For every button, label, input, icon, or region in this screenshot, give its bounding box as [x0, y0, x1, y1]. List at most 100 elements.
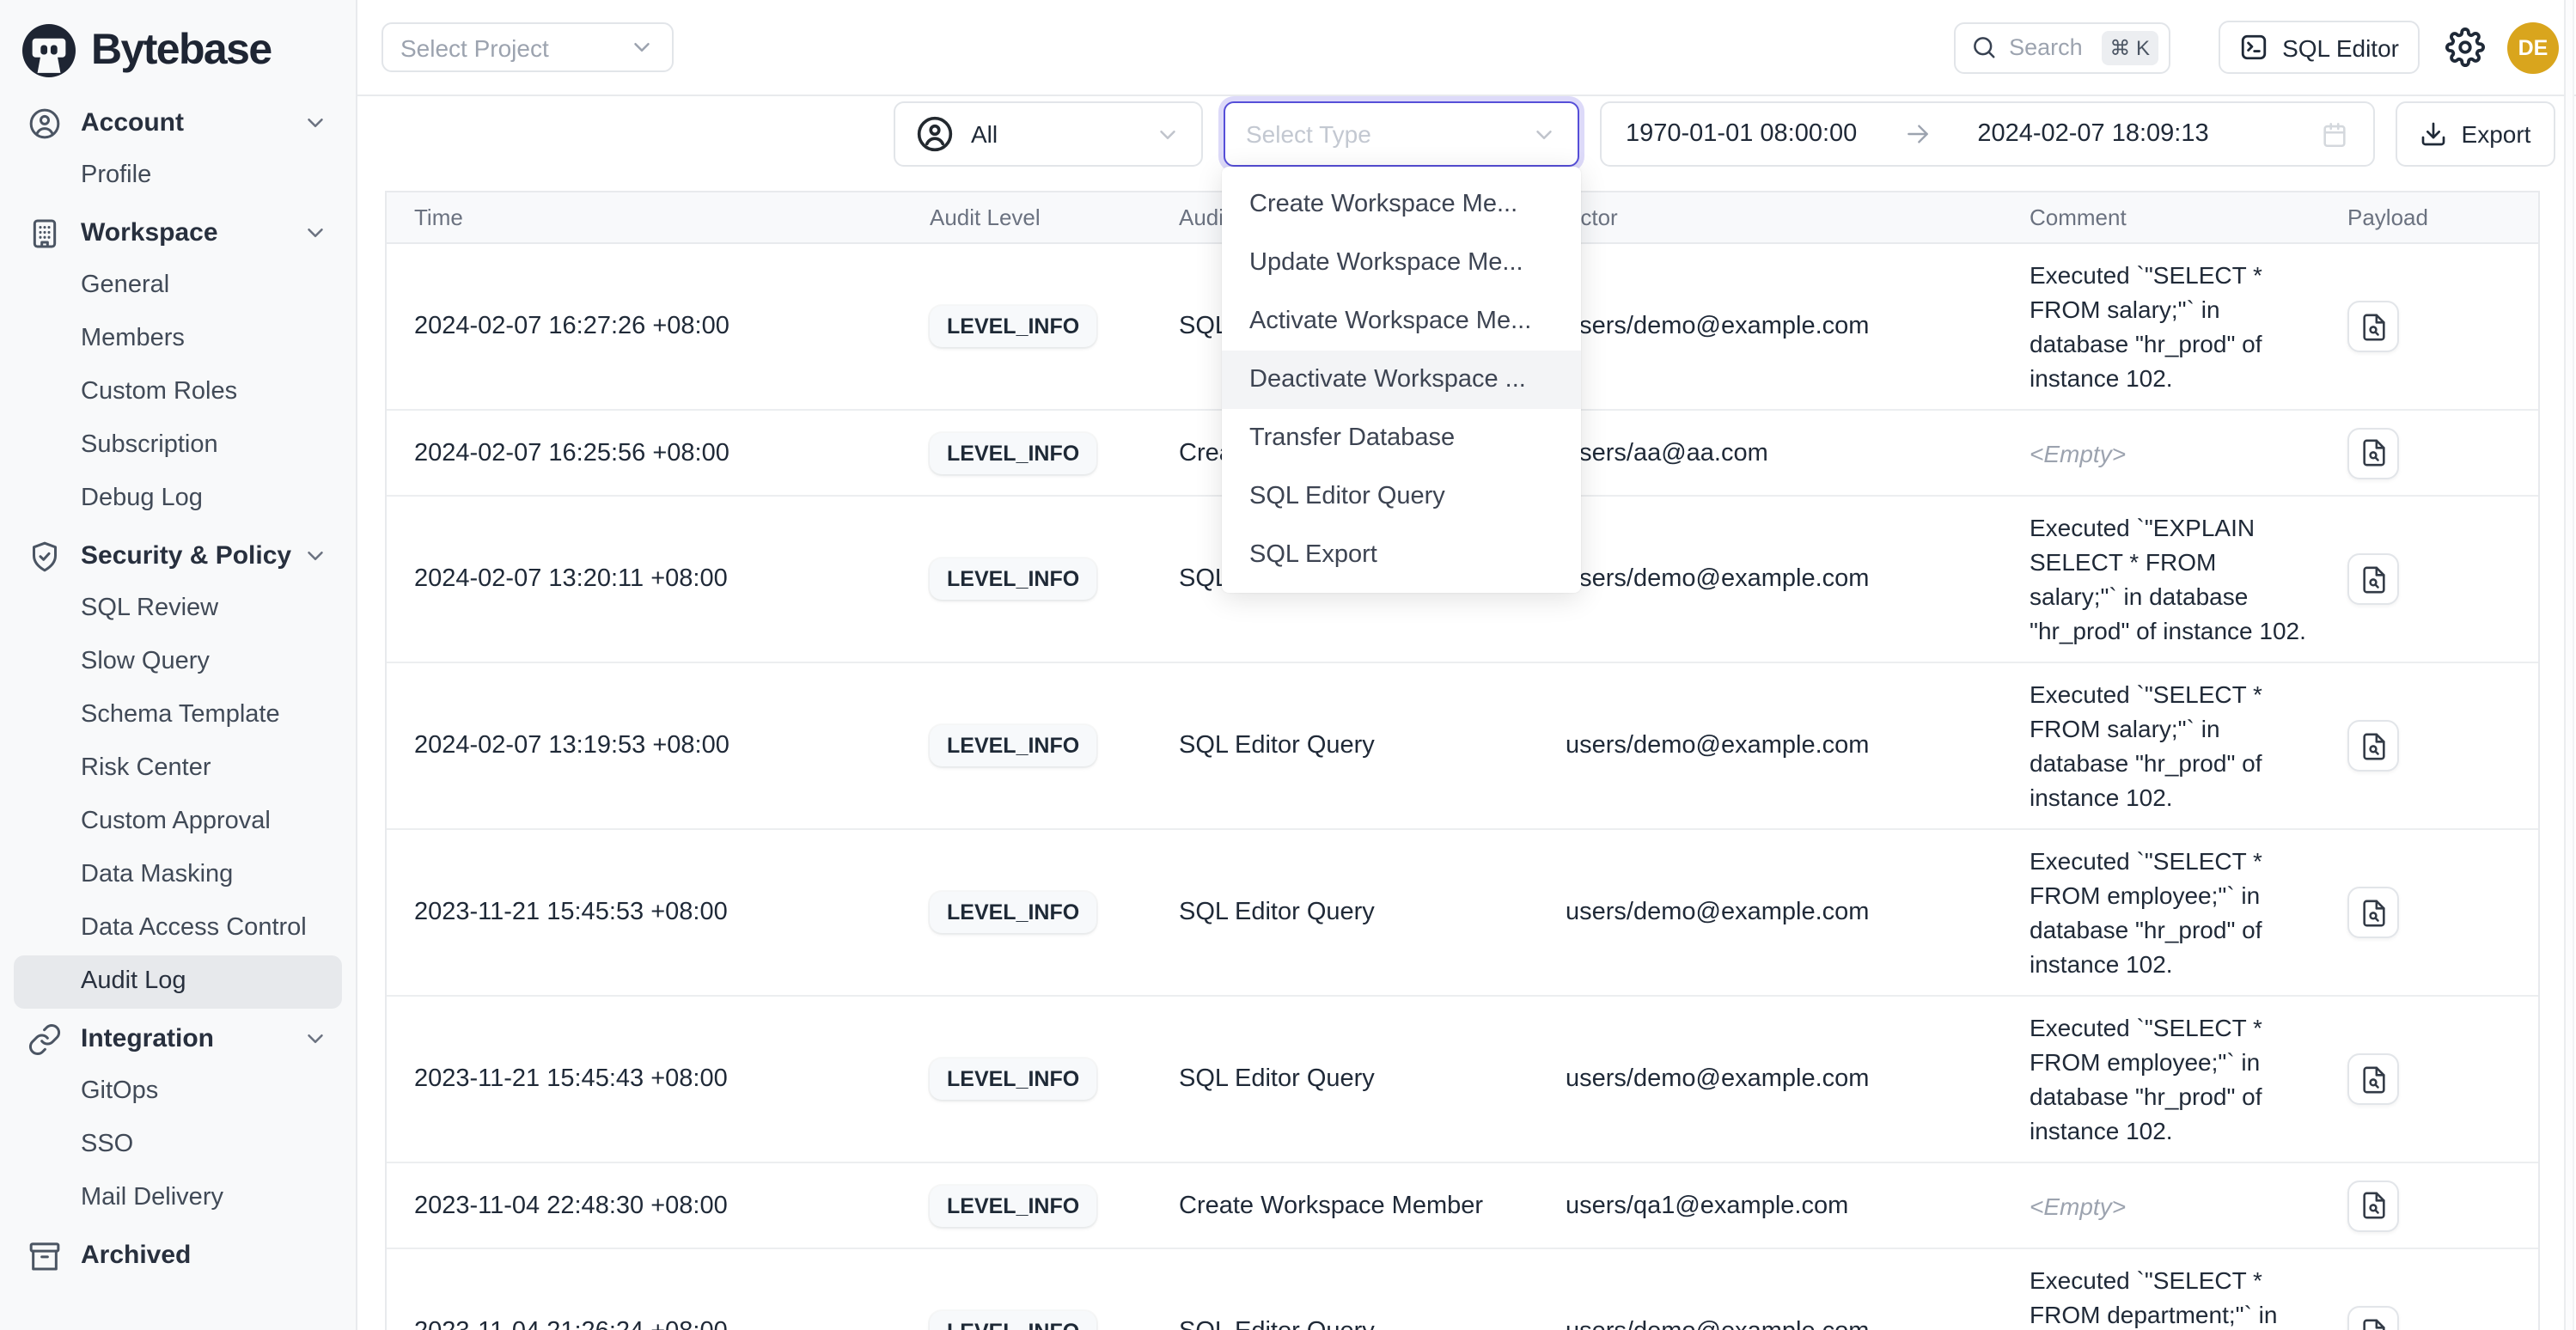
cell-actor: users/demo@example.com	[1538, 244, 2002, 409]
audit-level-badge: LEVEL_INFO	[930, 1059, 1096, 1100]
table-row: 2023-11-04 22:48:30 +08:00 LEVEL_INFO Cr…	[387, 1162, 2538, 1248]
sidebar-group-integration[interactable]: Integration	[14, 1012, 342, 1065]
sidebar-group-account[interactable]: Account	[14, 96, 342, 149]
sidebar-item-general[interactable]: General	[14, 259, 342, 313]
sidebar-item-sql-review[interactable]: SQL Review	[14, 583, 342, 636]
payload-view-button[interactable]	[2347, 887, 2399, 938]
sidebar-item-gitops[interactable]: GitOps	[14, 1065, 342, 1119]
column-header-actor: Actor	[1538, 192, 2002, 242]
sidebar-group-workspace[interactable]: Workspace	[14, 206, 342, 259]
sidebar-item-mail-delivery[interactable]: Mail Delivery	[14, 1172, 342, 1225]
sidebar-item-schema-template[interactable]: Schema Template	[14, 689, 342, 742]
chevron-down-icon	[1531, 121, 1557, 147]
sql-editor-button[interactable]: SQL Editor	[2219, 21, 2420, 74]
cell-comment: Executed `"SELECT * FROM salary;"` in da…	[2002, 663, 2320, 828]
table-row: 2024-02-07 13:19:53 +08:00 LEVEL_INFO SQ…	[387, 662, 2538, 828]
table-row: 2023-11-21 15:45:53 +08:00 LEVEL_INFO SQ…	[387, 828, 2538, 995]
file-search-icon	[2359, 1191, 2388, 1220]
cell-payload	[2320, 411, 2538, 495]
vertical-scrollbar[interactable]	[2564, 0, 2574, 1330]
sql-editor-label: SQL Editor	[2282, 34, 2399, 61]
type-menu-item-update-workspace-me[interactable]: Update Workspace Me...	[1222, 234, 1581, 292]
file-search-icon	[2359, 438, 2388, 467]
chevron-down-icon	[302, 110, 328, 136]
filter-bar: All Select Type 1970-01-01 08:00:00 2024…	[357, 101, 2555, 167]
sidebar-section: Workspace General Members Custom Roles S…	[0, 206, 356, 526]
type-menu-item-deactivate-workspace[interactable]: Deactivate Workspace ...	[1222, 351, 1581, 409]
type-menu-item-sql-editor-query[interactable]: SQL Editor Query	[1222, 467, 1581, 526]
search-input[interactable]: Search ⌘ K	[1954, 21, 2170, 73]
payload-view-button[interactable]	[2347, 1053, 2399, 1105]
sidebar-item-custom-approval[interactable]: Custom Approval	[14, 796, 342, 849]
search-shortcut-badge: ⌘ K	[2101, 30, 2158, 64]
type-menu-item-transfer-database[interactable]: Transfer Database	[1222, 409, 1581, 467]
cell-audit-type: SQL Editor Query	[1151, 1249, 1538, 1330]
topbar-right: Search ⌘ K SQL Editor DE	[1954, 21, 2559, 74]
type-filter-placeholder: Select Type	[1246, 120, 1371, 148]
sidebar-item-custom-roles[interactable]: Custom Roles	[14, 366, 342, 419]
sidebar-item-profile[interactable]: Profile	[14, 149, 342, 203]
cell-time: 2023-11-21 15:45:43 +08:00	[387, 997, 902, 1162]
type-menu-item-activate-workspace-me[interactable]: Activate Workspace Me...	[1222, 292, 1581, 351]
sidebar-item-debug-log[interactable]: Debug Log	[14, 473, 342, 526]
cell-payload	[2320, 997, 2538, 1162]
cell-time: 2023-11-21 15:45:53 +08:00	[387, 830, 902, 995]
terminal-icon	[2239, 33, 2268, 62]
cell-audit-level: LEVEL_INFO	[902, 497, 1151, 662]
chevron-down-icon	[302, 1026, 328, 1052]
cell-audit-type: SQL Editor Query	[1151, 663, 1538, 828]
shield-check-icon	[27, 539, 62, 573]
type-filter-select[interactable]: Select Type	[1224, 101, 1579, 167]
sidebar-item-data-access-control[interactable]: Data Access Control	[14, 902, 342, 955]
column-header-time: Time	[387, 192, 902, 242]
file-search-icon	[2359, 1317, 2388, 1330]
brand-name: Bytebase	[91, 25, 272, 75]
cell-actor: users/aa@aa.com	[1538, 411, 2002, 495]
sidebar-section: Security & Policy SQL Review Slow Query …	[0, 529, 356, 1009]
table-row: 2023-11-21 15:45:43 +08:00 LEVEL_INFO SQ…	[387, 995, 2538, 1162]
cell-payload	[2320, 1163, 2538, 1248]
user-circle-icon	[916, 115, 954, 153]
payload-view-button[interactable]	[2347, 720, 2399, 772]
type-menu-item-sql-export[interactable]: SQL Export	[1222, 526, 1581, 584]
payload-view-button[interactable]	[2347, 1306, 2399, 1330]
cell-comment: Executed `"SELECT * FROM salary;"` in da…	[2002, 244, 2320, 409]
cell-audit-level: LEVEL_INFO	[902, 997, 1151, 1162]
search-placeholder: Search	[2009, 34, 2083, 60]
cell-payload	[2320, 1249, 2538, 1330]
sidebar-item-members[interactable]: Members	[14, 313, 342, 366]
audit-level-badge: LEVEL_INFO	[930, 432, 1096, 473]
type-menu-item-create-workspace-me[interactable]: Create Workspace Me...	[1222, 175, 1581, 234]
date-range-picker[interactable]: 1970-01-01 08:00:00 2024-02-07 18:09:13	[1600, 101, 2375, 167]
cell-audit-level: LEVEL_INFO	[902, 411, 1151, 495]
sidebar-item-slow-query[interactable]: Slow Query	[14, 636, 342, 689]
chevron-down-icon	[302, 220, 328, 246]
sidebar-group-archived[interactable]: Archived	[14, 1229, 342, 1282]
cell-audit-type: Create Workspace Member	[1151, 1163, 1538, 1248]
cell-actor: users/demo@example.com	[1538, 997, 2002, 1162]
sidebar-group-security-policy[interactable]: Security & Policy	[14, 529, 342, 583]
export-button[interactable]: Export	[2396, 101, 2555, 167]
payload-view-button[interactable]	[2347, 553, 2399, 605]
sidebar-item-sso[interactable]: SSO	[14, 1119, 342, 1172]
cell-payload	[2320, 244, 2538, 409]
sidebar-item-audit-log[interactable]: Audit Log	[14, 955, 342, 1009]
file-search-icon	[2359, 564, 2388, 594]
payload-view-button[interactable]	[2347, 301, 2399, 352]
cell-audit-level: LEVEL_INFO	[902, 830, 1151, 995]
payload-view-button[interactable]	[2347, 1180, 2399, 1231]
column-header-payload: Payload	[2320, 192, 2538, 242]
actor-filter-select[interactable]: All	[894, 101, 1203, 167]
sidebar-item-subscription[interactable]: Subscription	[14, 419, 342, 473]
sidebar-item-risk-center[interactable]: Risk Center	[14, 742, 342, 796]
payload-view-button[interactable]	[2347, 427, 2399, 479]
cell-time: 2023-11-04 21:26:24 +08:00	[387, 1249, 902, 1330]
avatar[interactable]: DE	[2507, 21, 2559, 73]
brand-logo[interactable]: Bytebase	[22, 12, 356, 88]
cell-comment: Executed `"EXPLAIN SELECT * FROM salary;…	[2002, 497, 2320, 662]
project-select[interactable]: Select Project	[382, 22, 674, 72]
cell-actor: users/demo@example.com	[1538, 1249, 2002, 1330]
sidebar-item-data-masking[interactable]: Data Masking	[14, 849, 342, 902]
cell-comment: Executed `"SELECT * FROM department;"` i…	[2002, 1249, 2320, 1330]
gear-icon[interactable]	[2445, 27, 2485, 67]
